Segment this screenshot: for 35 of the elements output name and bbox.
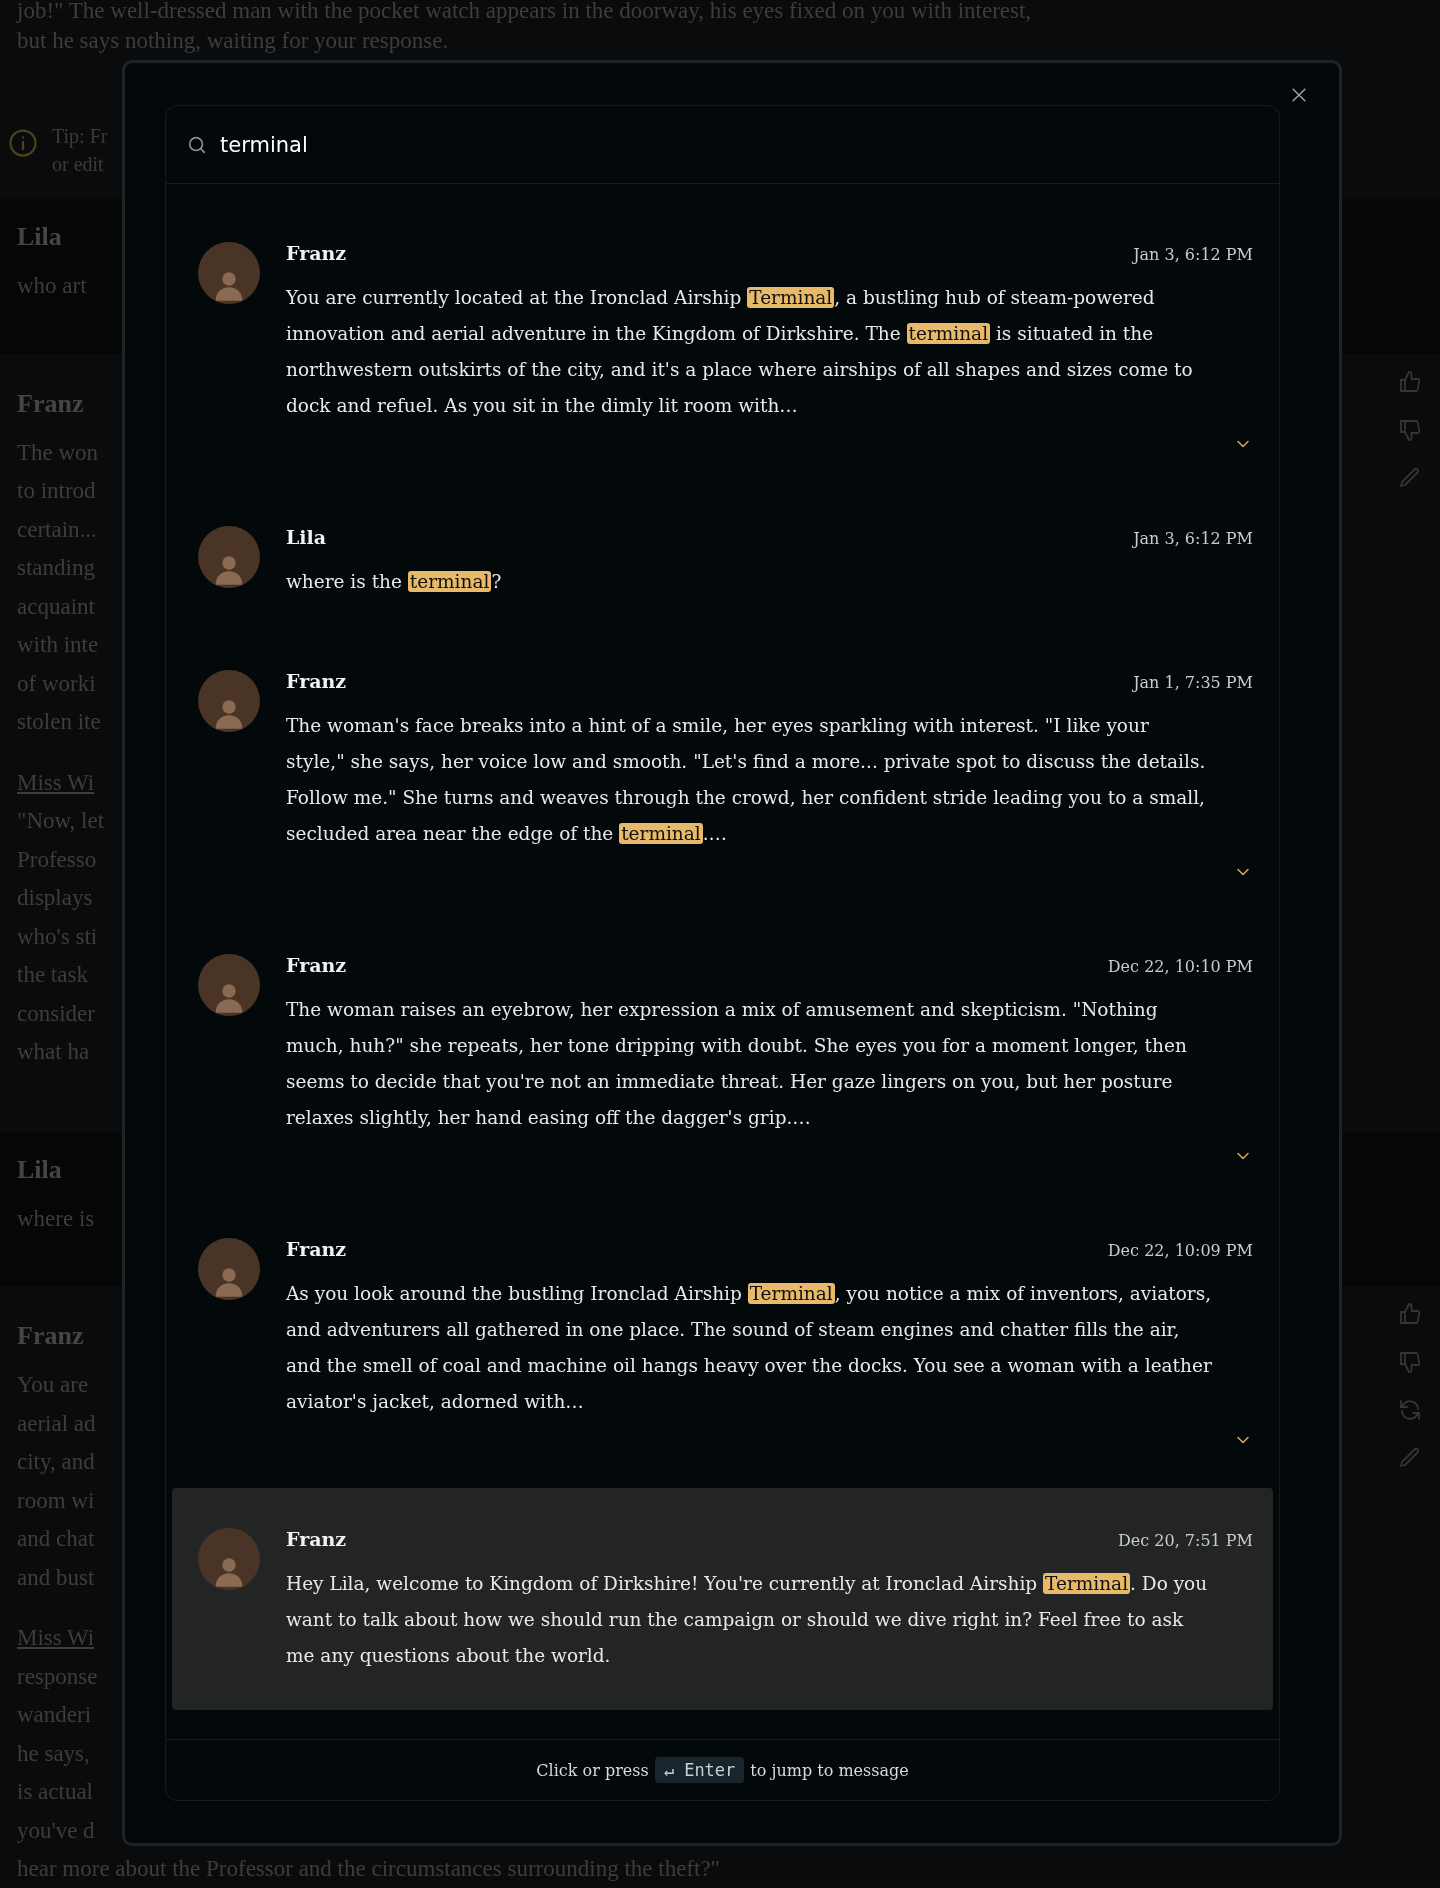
author-name: Lila [17,221,62,253]
text-line: who art [17,272,87,300]
author-name: Lila [286,526,327,548]
timestamp: Dec 20, 7:51 PM [1117,1531,1253,1550]
info-icon [8,128,38,158]
enter-key: ↵ Enter [654,1757,745,1783]
author-name: Franz [286,242,347,264]
message-text: You are currently located at the Ironclad Airship Terminal, a bustling hub of steam-powered innovation and aerial adventure in the Kingdom of Dirkshire. The terminal is situated in the northwestern outskirts of the city, and it's a place where airships of all shapes and sizes come to dock and refuel. As you sit in the dimly lit room with… [286,286,1194,418]
timestamp: Jan 3, 6:12 PM [1133,245,1253,264]
timestamp: Jan 3, 6:12 PM [1133,529,1253,548]
author-name: Franz [286,1238,347,1260]
message-text: The woman's face breaks into a hint of a smile, her eyes sparkling with interest. "I like your style," she says, her voice low and smooth. "Let's find a more... private spot to discuss the details. Follow me." She turns and weaves through the crowd, her confident stride leading you to a small, secluded area near the edge of the terminal.… [286,714,1207,846]
author-name: Franz [286,1528,347,1550]
search-field[interactable]: terminal [220,128,1259,161]
author-name: Franz [17,1320,84,1352]
thumbs-down-icon[interactable] [1398,417,1422,442]
message-text: The woman raises an eyebrow, her expression a mix of amusement and skepticism. "Nothing much, huh?" she repeats, her tone dripping with doubt. She eyes you for a moment longer, then seems to decide that you're not an immediate threat. Her gaze lingers on you, but her posture relaxes slightly, her hand easing off the dagger's grip.… [286,998,1188,1130]
hint-text: Click or press [536,1760,649,1780]
message-text: where is the terminal? [286,570,503,594]
timestamp: Jan 1, 7:35 PM [1133,673,1253,692]
timestamp: Dec 22, 10:10 PM [1107,957,1253,976]
author-name: Franz [286,670,347,692]
author-name: Franz [286,954,347,976]
text-line: where is [17,1204,95,1233]
author-name: Franz [17,387,84,420]
thumbs-up-icon[interactable] [1398,369,1422,394]
thumbs-up-icon[interactable] [1398,1302,1422,1326]
thumbs-down-icon[interactable] [1398,1350,1422,1374]
timestamp: Dec 22, 10:09 PM [1107,1241,1253,1260]
search-result[interactable] [172,1488,1273,1710]
author-name: Lila [17,1153,62,1186]
search-result[interactable]: Lila Jan 3, 6:12 PM where is the terminal? [172,492,1273,636]
hint-text: to jump to message [750,1760,909,1780]
message-text: As you look around the bustling Ironclad Airship Terminal, you notice a mix of inventors, aviators, and adventurers all gathered in one place. The sound of steam engines and chatter fills the air, and the smell of coal and machine oil hangs heavy over the docks. You see a woman with a leather aviator's jacket, adorned with… [286,1282,1213,1414]
message-text: Hey Lila, welcome to Kingdom of Dirkshire! You're currently at Ironclad Airship Terminal. Do you want to talk about how we should run the campaign or should we dive right in? Feel free to ask me any questions about the world. [286,1572,1209,1668]
